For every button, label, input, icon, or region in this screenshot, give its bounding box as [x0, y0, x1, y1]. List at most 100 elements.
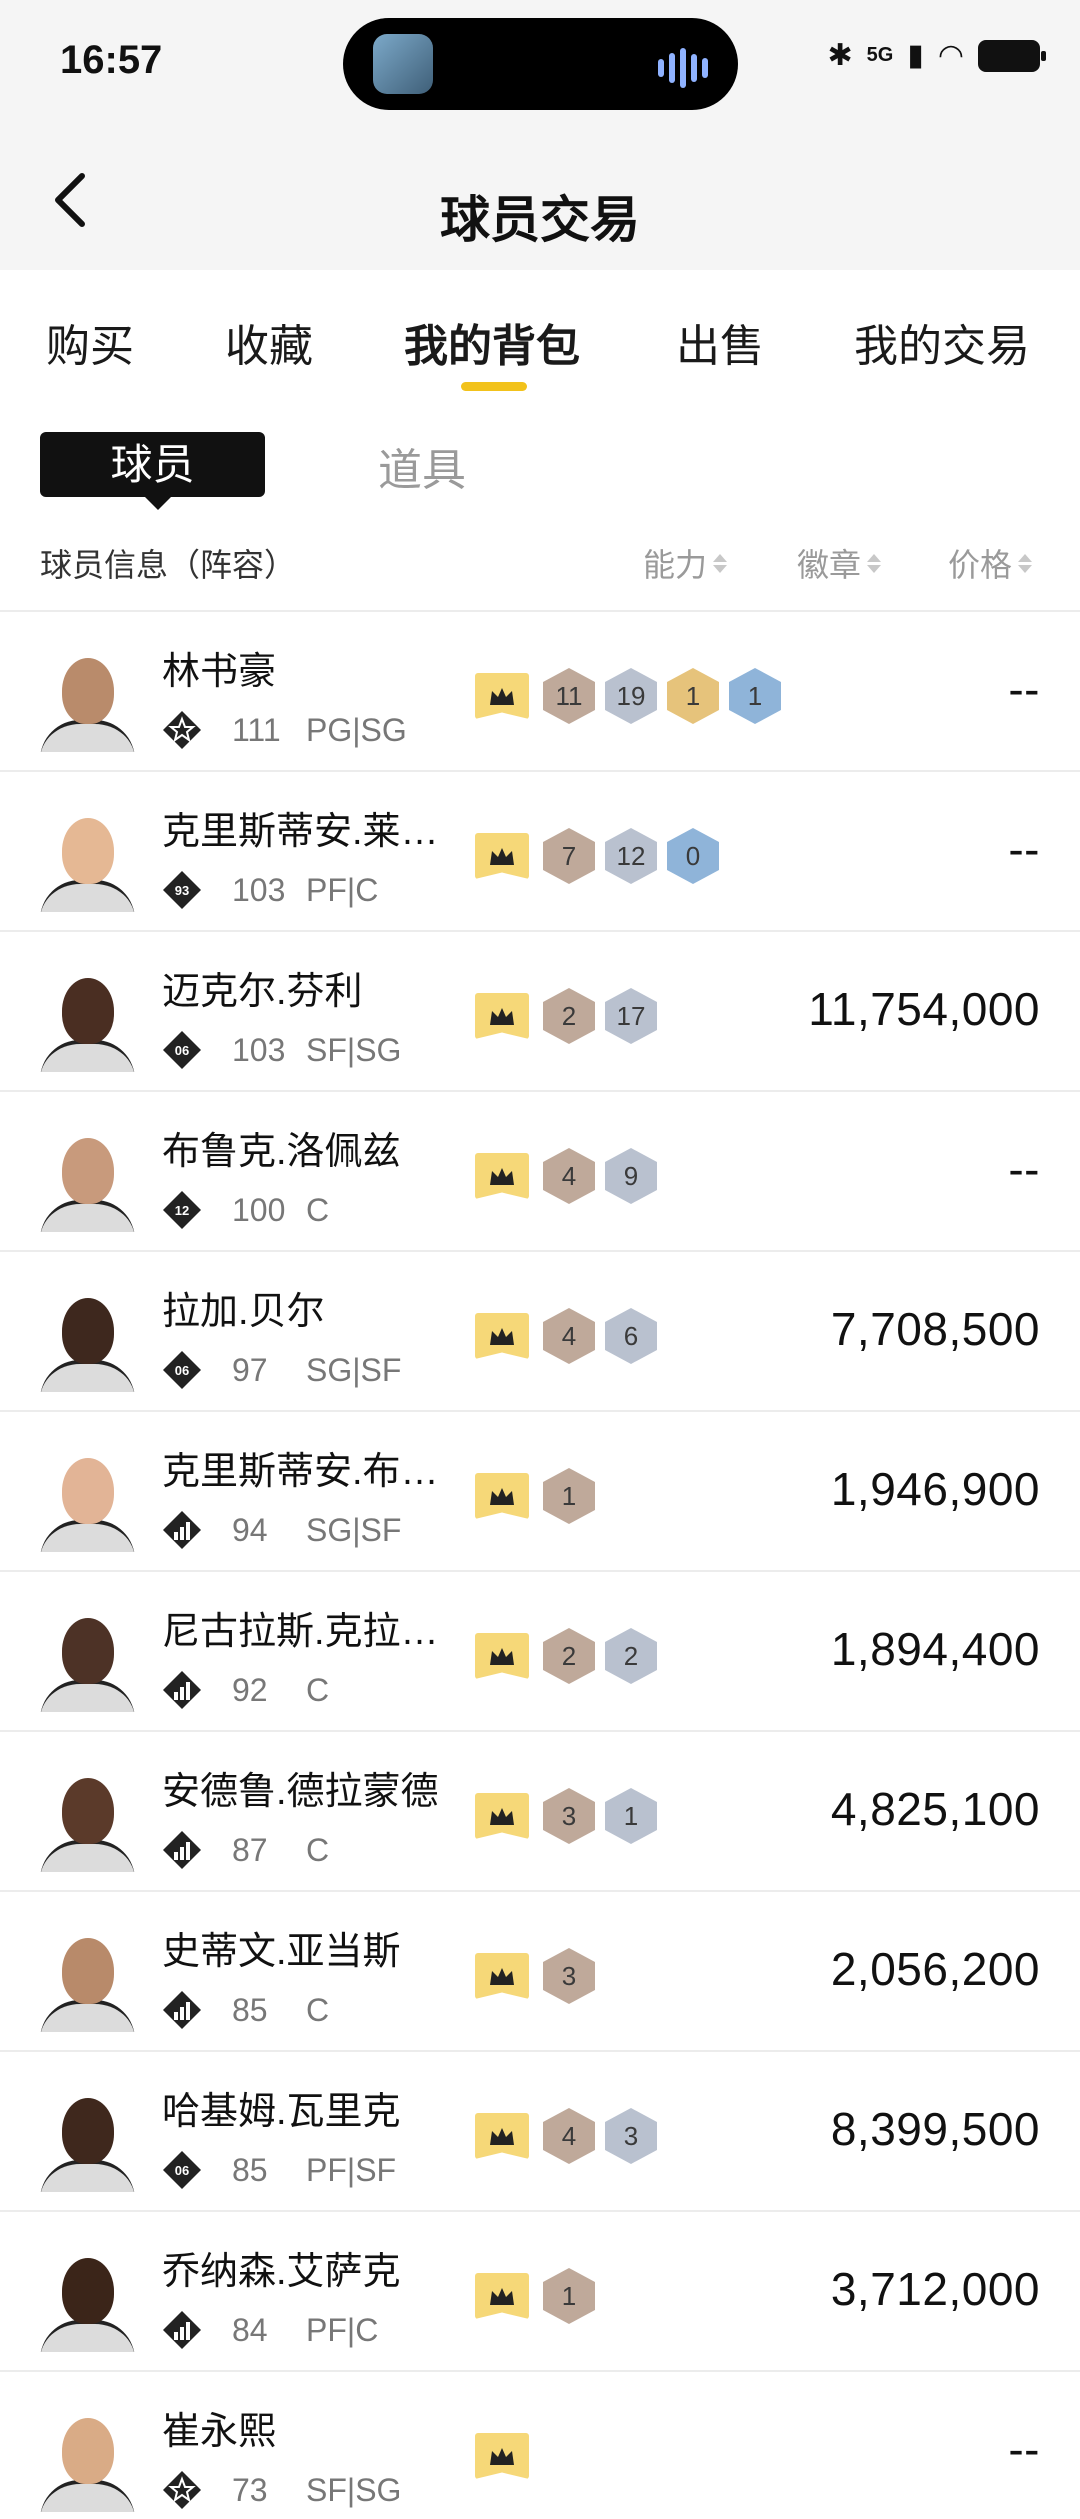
- badge-count: 3: [543, 1948, 595, 2004]
- svg-text:06: 06: [175, 1363, 189, 1378]
- player-name: 林书豪: [162, 651, 277, 693]
- player-rating: 84: [232, 2312, 268, 2348]
- player-name: 崔永熙: [162, 2411, 277, 2453]
- tier-icon: 06: [162, 2150, 202, 2190]
- player-avatar: [40, 2402, 135, 2512]
- status-time: 16:57: [60, 38, 163, 82]
- table-row[interactable]: 布鲁克.洛佩兹 12 100 C 4 9 --: [0, 1090, 1080, 1250]
- tab-buy[interactable]: 购买: [46, 310, 134, 374]
- player-price: --: [1008, 1143, 1040, 1195]
- battery-icon: [978, 39, 1046, 72]
- badge-count: 2: [543, 1628, 595, 1684]
- player-price: 11,754,000: [808, 983, 1040, 1035]
- tier-icon: [162, 710, 202, 750]
- player-name: 哈基姆.瓦里克: [162, 2091, 401, 2133]
- player-rating: 85: [232, 2152, 268, 2188]
- table-row[interactable]: 拉加.贝尔 06 97 SG|SF 4 6 7,708,500: [0, 1250, 1080, 1410]
- svg-text:06: 06: [175, 2163, 189, 2178]
- crown-icon: [475, 1633, 529, 1679]
- player-position: C: [306, 1192, 330, 1228]
- player-position: SF|SG: [306, 1032, 402, 1068]
- badge-count: 17: [605, 988, 657, 1044]
- table-row[interactable]: 克里斯蒂安.莱… 93 103 PF|C 7 12 0 --: [0, 770, 1080, 930]
- tier-icon: [162, 1990, 202, 2030]
- column-header: 球员信息（阵容） 能力 徽章 价格: [0, 530, 1080, 610]
- player-avatar: [40, 642, 135, 752]
- player-list: 林书豪 111 PG|SG 11 19 1 1 -- 克里斯蒂安.莱… 93 103 PF|C 7 12 0…: [0, 610, 1080, 2519]
- active-tab-indicator: [461, 382, 527, 391]
- status-icons: ✱ 5G ▮ ◠: [827, 38, 1046, 73]
- badge-count: 11: [543, 668, 595, 724]
- player-name: 史蒂文.亚当斯: [162, 1931, 401, 1973]
- tier-icon: [162, 1510, 202, 1550]
- table-row[interactable]: 尼古拉斯.克拉… 92 C 2 2 1,894,400: [0, 1570, 1080, 1730]
- player-avatar: [40, 1442, 135, 1552]
- player-position: SF|SG: [306, 2472, 402, 2508]
- player-name: 克里斯蒂安.莱…: [162, 811, 439, 853]
- svg-text:93: 93: [175, 883, 189, 898]
- player-position: PG|SG: [306, 712, 407, 748]
- player-avatar: [40, 2242, 135, 2352]
- badge-count: 3: [605, 2108, 657, 2164]
- svg-text:06: 06: [175, 1043, 189, 1058]
- status-bar: 16:57 ✱ 5G ▮ ◠: [0, 0, 1080, 130]
- player-price: 3,712,000: [830, 2263, 1040, 2315]
- island-avatar: [373, 34, 433, 94]
- sort-ability[interactable]: 能力: [643, 540, 728, 586]
- table-row[interactable]: 崔永熙 73 SF|SG --: [0, 2370, 1080, 2519]
- player-position: SG|SF: [306, 1352, 402, 1388]
- table-row[interactable]: 史蒂文.亚当斯 85 C 3 2,056,200: [0, 1890, 1080, 2050]
- table-row[interactable]: 克里斯蒂安.布… 94 SG|SF 1 1,946,900: [0, 1410, 1080, 1570]
- player-position: C: [306, 1672, 330, 1708]
- player-avatar: [40, 1762, 135, 1872]
- tab-my-trades[interactable]: 我的交易: [854, 310, 1030, 374]
- crown-icon: [475, 1793, 529, 1839]
- sort-icon: [713, 553, 728, 573]
- table-row[interactable]: 安德鲁.德拉蒙德 87 C 3 1 4,825,100: [0, 1730, 1080, 1890]
- badge-count: 3: [543, 1788, 595, 1844]
- bluetooth-icon: ✱: [827, 39, 853, 72]
- badge-list: 22: [475, 1628, 657, 1684]
- player-rating: 87: [232, 1832, 268, 1868]
- sort-badge[interactable]: 徽章: [797, 540, 882, 586]
- player-price: 8,399,500: [830, 2103, 1040, 2155]
- badge-list: 1: [475, 2268, 595, 2324]
- player-price: 2,056,200: [830, 1943, 1040, 1995]
- badge-list: 2 17: [475, 988, 657, 1044]
- dynamic-island[interactable]: [343, 18, 738, 110]
- tier-icon: [162, 1670, 202, 1710]
- crown-icon: [475, 673, 529, 719]
- player-rating: 85: [232, 1992, 268, 2028]
- column-ability-label: 能力: [643, 547, 708, 583]
- badge-count: 4: [543, 1308, 595, 1364]
- table-row[interactable]: 乔纳森.艾萨克 84 PF|C 1 3,712,000: [0, 2210, 1080, 2370]
- sort-price[interactable]: 价格: [948, 540, 1033, 586]
- badge-list: 43: [475, 2108, 657, 2164]
- table-row[interactable]: 林书豪 111 PG|SG 11 19 1 1 --: [0, 610, 1080, 770]
- page-title: 球员交易: [440, 192, 640, 248]
- column-player-info: 球员信息（阵容）: [40, 547, 297, 583]
- badge-count: 7: [543, 828, 595, 884]
- table-row[interactable]: 哈基姆.瓦里克 06 85 PF|SF 4 3 8,399,500: [0, 2050, 1080, 2210]
- badge-count: 1: [543, 1468, 595, 1524]
- player-name: 布鲁克.洛佩兹: [162, 1131, 401, 1173]
- subtab-items[interactable]: 道具: [378, 434, 466, 498]
- player-position: SG|SF: [306, 1512, 402, 1548]
- player-avatar: [40, 1282, 135, 1392]
- badge-count: 4: [543, 2108, 595, 2164]
- tab-favorites[interactable]: 收藏: [225, 310, 313, 374]
- subtab-players[interactable]: 球员: [40, 432, 265, 510]
- tier-icon: 93: [162, 870, 202, 910]
- tier-icon: [162, 2310, 202, 2350]
- tab-my-bag[interactable]: 我的背包: [404, 310, 580, 374]
- tier-icon: 06: [162, 1350, 202, 1390]
- tab-sell[interactable]: 出售: [676, 310, 764, 374]
- player-rating: 94: [232, 1512, 268, 1548]
- player-avatar: [40, 1122, 135, 1232]
- header: 球员交易: [0, 130, 1080, 270]
- signal-icon: ▮: [907, 39, 924, 72]
- badge-count: 2: [543, 988, 595, 1044]
- table-row[interactable]: 迈克尔.芬利 06 103 SF|SG 2 17 11,754,000: [0, 930, 1080, 1090]
- player-avatar: [40, 962, 135, 1072]
- badge-count: 6: [605, 1308, 657, 1364]
